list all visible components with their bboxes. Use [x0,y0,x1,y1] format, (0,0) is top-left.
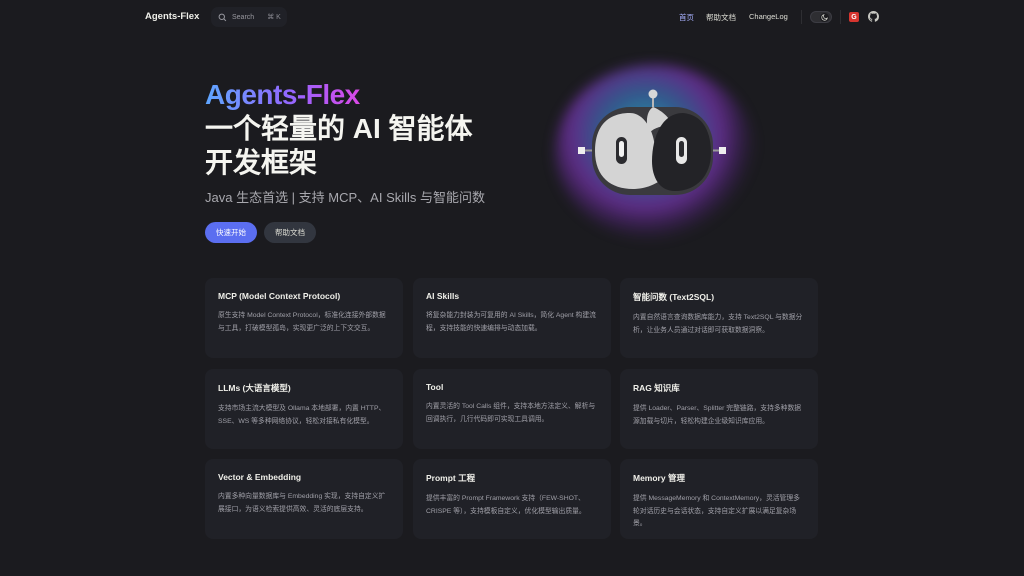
feature-card-text2sql[interactable]: 智能问数 (Text2SQL) 内置自然语言查询数据库能力，支持 Text2SQ… [620,278,818,358]
feature-card-title: 智能问数 (Text2SQL) [633,292,715,302]
feature-card-title: MCP (Model Context Protocol) [218,291,341,301]
feature-card-desc: 提供丰富的 Prompt Framework 支持（FEW-SHOT、CRISP… [426,495,586,515]
feature-card-memory[interactable]: Memory 管理 提供 MessageMemory 和 ContextMemo… [620,459,818,539]
feature-card-title: RAG 知识库 [633,383,680,393]
hero-title: 一个轻量的 AI 智能体 开发框架 [205,112,505,180]
feature-card-title: Prompt 工程 [426,473,476,483]
hero-tagline: Java 生态首选 | 支持 MCP、AI Skills 与智能问数 [205,190,486,205]
nav-link-changelog[interactable]: ChangeLog [749,12,788,21]
gitee-icon[interactable]: G [849,12,859,22]
feature-card-desc: 内置自然语言查询数据库能力，支持 Text2SQL 与数据分析，让业务人员通过对… [633,314,803,334]
docs-button[interactable]: 帮助文档 [264,222,316,243]
feature-card-desc: 提供 MessageMemory 和 ContextMemory，灵活管理多轮对… [633,495,800,527]
site-brand[interactable]: Agents-Flex [145,11,199,22]
nav-divider [801,10,802,24]
nav-link-home[interactable]: 首页 [679,12,694,23]
theme-toggle[interactable] [810,11,832,23]
robot-logo-icon [578,89,726,195]
search-icon [218,13,227,21]
feature-card-desc: 内置多种向量数据库与 Embedding 实现，支持自定义扩展接口，为语义检索提… [218,493,386,513]
feature-card-prompt[interactable]: Prompt 工程 提供丰富的 Prompt Framework 支持（FEW-… [413,459,611,539]
feature-card-title: Vector & Embedding [218,472,302,482]
hero-title-line-2: 开发框架 [205,147,318,178]
hero-illustration [555,65,755,240]
github-icon[interactable] [868,11,879,22]
feature-card-title: AI Skills [426,291,460,301]
feature-card-ai-skills[interactable]: AI Skills 将复杂能力封装为可复用的 AI Skills，简化 Agen… [413,278,611,358]
hero-name: Agents-Flex [205,79,360,110]
nav-divider-2 [840,10,841,24]
search-label: Search [232,13,255,21]
feature-card-llms[interactable]: LLMs (大语言模型) 支持市场主流大模型及 Ollama 本地部署，内置 H… [205,369,403,449]
search-button[interactable]: Search ⌘ K [211,7,287,27]
feature-card-tool[interactable]: Tool 内置灵活的 Tool Calls 组件，支持本地方法定义、解析与回调执… [413,369,611,449]
feature-card-title: Tool [426,382,444,392]
search-shortcut: ⌘ K [267,14,281,21]
feature-card-desc: 支持市场主流大模型及 Ollama 本地部署，内置 HTTP、SSE、WS 等多… [218,405,386,425]
feature-card-title: Memory 管理 [633,473,685,483]
feature-card-title: LLMs (大语言模型) [218,383,291,393]
feature-card-vector[interactable]: Vector & Embedding 内置多种向量数据库与 Embedding … [205,459,403,539]
hero-title-line-1: 一个轻量的 AI 智能体 [205,113,473,144]
feature-card-desc: 将复杂能力封装为可复用的 AI Skills，简化 Agent 构建流程，支持技… [426,312,596,332]
feature-card-desc: 原生支持 Model Context Protocol，标准化连接外部数据与工具… [218,312,386,332]
feature-card-desc: 内置灵活的 Tool Calls 组件，支持本地方法定义、解析与回调执行，几行代… [426,403,596,423]
nav-link-docs[interactable]: 帮助文档 [706,12,736,23]
feature-card-mcp[interactable]: MCP (Model Context Protocol) 原生支持 Model … [205,278,403,358]
feature-card-rag[interactable]: RAG 知识库 提供 Loader、Parser、Splitter 完整链路，支… [620,369,818,449]
feature-card-desc: 提供 Loader、Parser、Splitter 完整链路，支持多种数据源加载… [633,405,802,425]
top-navbar: Agents-Flex Search ⌘ K 首页 帮助文档 ChangeLog… [0,0,1024,34]
moon-icon [820,13,829,22]
get-started-button[interactable]: 快速开始 [205,222,257,243]
